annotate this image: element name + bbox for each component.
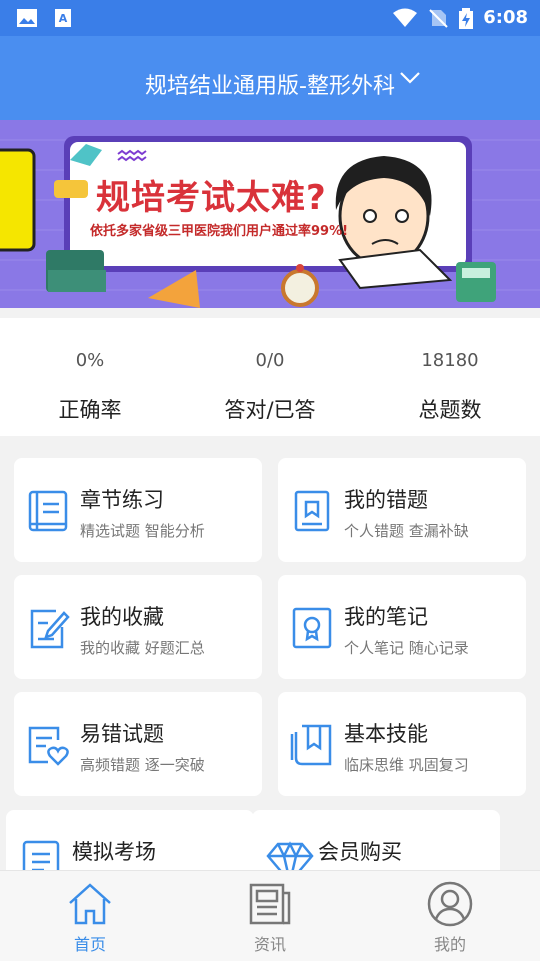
svg-text:A: A [59, 12, 68, 25]
tab-profile[interactable]: 我的 [360, 871, 540, 961]
error-book-icon [294, 490, 330, 532]
card-subtitle: 个人笔记 随心记录 [344, 639, 469, 657]
card-subtitle: 临床思维 巩固复习 [344, 756, 469, 774]
card-my-notes[interactable]: 我的笔记 个人笔记 随心记录 [278, 575, 526, 679]
heart-list-icon [28, 726, 69, 766]
card-title: 会员购买 [318, 840, 402, 864]
card-my-favorites[interactable]: 我的收藏 我的收藏 好题汇总 [14, 575, 262, 679]
card-title: 易错试题 [80, 722, 164, 746]
chevron-down-icon[interactable] [398, 70, 422, 86]
tab-news[interactable]: 资讯 [180, 871, 360, 961]
card-title: 章节练习 [80, 488, 164, 512]
stat-total: 18180 总题数 [360, 318, 540, 424]
stat-label: 答对/已答 [224, 398, 316, 422]
card-title: 我的收藏 [80, 605, 164, 629]
card-title: 模拟考场 [72, 840, 156, 864]
battery-charging-icon [459, 8, 473, 29]
card-subtitle: 我的收藏 好题汇总 [80, 639, 205, 657]
gallery-notification-icon [17, 9, 37, 27]
tab-label: 资讯 [253, 935, 286, 954]
card-title: 我的错题 [344, 488, 428, 512]
promo-banner[interactable]: 规培考试太难? 依托多家省级三甲医院我们用户通过率99%! [0, 120, 540, 308]
stat-accuracy: 0% 正确率 [0, 318, 180, 424]
app-header: 规培结业通用版-整形外科 [0, 36, 540, 120]
tab-label: 我的 [433, 935, 466, 954]
stat-value: 0% [75, 350, 105, 371]
exam-selector-title[interactable]: 规培结业通用版-整形外科 [0, 68, 540, 100]
status-time: 6:08 [483, 7, 528, 28]
notebook-icon [292, 607, 332, 649]
card-error-prone[interactable]: 易错试题 高频错题 逐一突破 [14, 692, 262, 796]
card-subtitle: 高频错题 逐一突破 [80, 756, 205, 774]
stat-label: 总题数 [418, 398, 482, 422]
banner-subline: 依托多家省级三甲医院我们用户通过率99%! [90, 224, 349, 239]
card-basic-skills[interactable]: 基本技能 临床思维 巩固复习 [278, 692, 526, 796]
card-chapter-practice[interactable]: 章节练习 精选试题 智能分析 [14, 458, 262, 562]
stats-panel: 0% 正确率 0/0 答对/已答 18180 总题数 [0, 318, 540, 436]
tab-label: 首页 [73, 935, 106, 954]
bookmark-book-icon [290, 724, 332, 766]
card-my-mistakes[interactable]: 我的错题 个人错题 查漏补缺 [278, 458, 526, 562]
card-title: 我的笔记 [344, 605, 428, 629]
edit-note-icon [30, 609, 70, 649]
card-title: 基本技能 [344, 722, 428, 746]
news-icon [249, 883, 291, 925]
home-icon [69, 883, 111, 925]
stat-answered: 0/0 答对/已答 [180, 318, 360, 424]
stat-value: 18180 [421, 350, 479, 371]
translate-notification-icon: A [55, 9, 71, 27]
card-subtitle: 精选试题 智能分析 [80, 522, 205, 540]
wifi-icon [393, 8, 417, 27]
status-bar: A 6:08 [0, 0, 540, 36]
banner-headline: 规培考试太难? [96, 178, 327, 218]
book-icon [28, 490, 68, 532]
card-subtitle: 个人错题 查漏补缺 [344, 522, 469, 540]
tab-home[interactable]: 首页 [0, 871, 180, 961]
bottom-tab-bar: 首页 资讯 我的 [0, 870, 540, 961]
no-sim-icon [429, 9, 448, 28]
profile-icon [427, 881, 473, 927]
stat-value: 0/0 [255, 350, 285, 371]
stat-label: 正确率 [58, 398, 122, 422]
